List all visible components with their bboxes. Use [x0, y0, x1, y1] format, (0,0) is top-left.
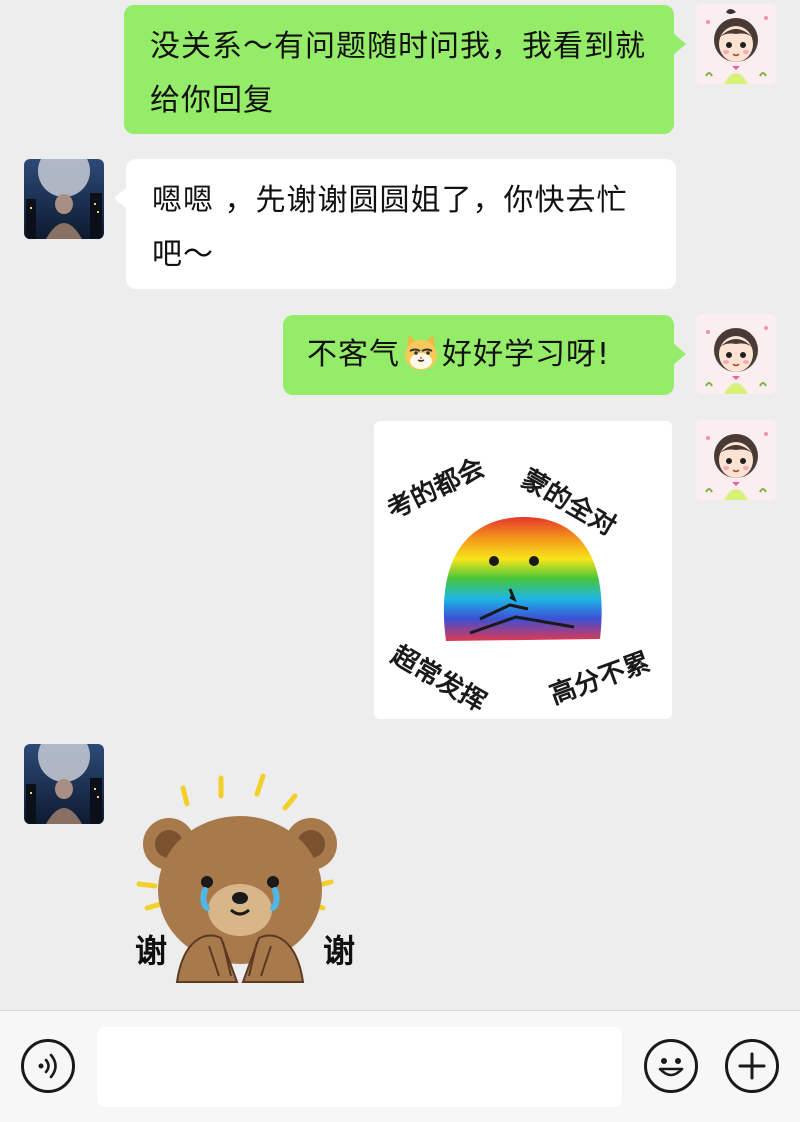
sticker-caption: 谢 [135, 932, 168, 970]
message-text: 嗯嗯 ，先谢谢圆圆姐了，你快去忙吧～ [152, 183, 628, 272]
chat-area[interactable]: 没关系～有问题随时问我，我看到就给你回复 嗯嗯 ，先谢谢圆圆姐了，你快去忙吧～ … [0, 0, 800, 1010]
sticker-message-rainbow[interactable]: 考的都会 蒙的全对 超常发挥 高分不累 [374, 421, 672, 719]
avatar-other[interactable] [24, 159, 104, 239]
avatar-other[interactable] [24, 744, 104, 824]
plus-icon [738, 1052, 766, 1080]
cat-face-icon [401, 333, 441, 373]
sticker-message-bear[interactable]: 谢 谢 [125, 770, 365, 990]
message-text-part: 好好学习呀! [442, 337, 611, 372]
emoji-button[interactable] [644, 1039, 698, 1093]
voice-button[interactable] [21, 1039, 75, 1093]
message-text: 没关系～有问题随时问我，我看到就给你回复 [150, 29, 646, 118]
voice-icon [38, 1053, 57, 1079]
avatar-self[interactable] [696, 314, 776, 394]
message-bubble-self[interactable]: 不客气 好好学习呀! [283, 315, 686, 395]
avatar-self[interactable] [696, 4, 776, 84]
sticker-caption: 谢 [323, 932, 356, 970]
message-text-part: 不客气 [307, 337, 400, 372]
message-input[interactable] [97, 1027, 622, 1107]
message-bubble-self[interactable]: 没关系～有问题随时问我，我看到就给你回复 [124, 5, 686, 134]
input-bar [0, 1010, 800, 1122]
emoji-icon [658, 1058, 684, 1077]
more-button[interactable] [725, 1039, 779, 1093]
message-bubble-other[interactable]: 嗯嗯 ，先谢谢圆圆姐了，你快去忙吧～ [114, 159, 676, 289]
avatar-self[interactable] [696, 420, 776, 500]
